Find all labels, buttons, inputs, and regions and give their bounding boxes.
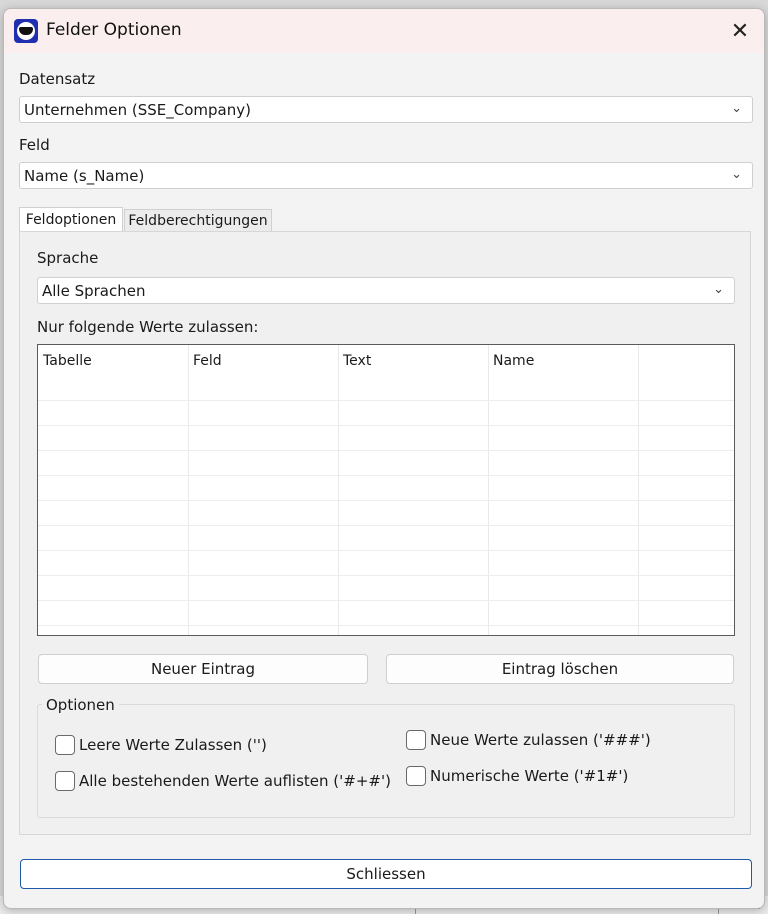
title-bar[interactable]: Felder Optionen ✕ (4, 9, 764, 53)
delete-entry-button[interactable]: Eintrag löschen (386, 654, 734, 684)
column-header-feld[interactable]: Feld (193, 353, 222, 369)
checkbox-label: Neue Werte zulassen ('###') (430, 731, 651, 749)
grid-row-line (38, 575, 734, 576)
close-button[interactable]: Schliessen (20, 859, 752, 889)
checkbox-label: Numerische Werte ('#1#') (430, 767, 629, 785)
sprache-select[interactable]: Alle Sprachen ⌄ (37, 277, 735, 304)
grid-row-line (38, 525, 734, 526)
column-header-name[interactable]: Name (493, 353, 534, 369)
datensatz-select[interactable]: Unternehmen (SSE_Company) ⌄ (19, 96, 753, 123)
feld-label: Feld (19, 136, 50, 154)
checkbox-box[interactable] (55, 735, 75, 755)
chevron-down-icon: ⌄ (713, 282, 724, 297)
sprache-value: Alle Sprachen (42, 281, 146, 300)
close-icon[interactable]: ✕ (724, 15, 756, 47)
sprache-label: Sprache (37, 249, 99, 267)
checkbox-box[interactable] (406, 730, 426, 750)
feld-value: Name (s_Name) (24, 166, 145, 185)
column-header-text[interactable]: Text (343, 353, 371, 369)
grid-row-line (38, 600, 734, 601)
checkbox-allow-empty[interactable]: Leere Werte Zulassen ('') (55, 735, 267, 755)
values-grid-label: Nur folgende Werte zulassen: (37, 318, 259, 336)
feld-select[interactable]: Name (s_Name) ⌄ (19, 162, 753, 189)
grid-row-line (38, 425, 734, 426)
felder-optionen-dialog: Felder Optionen ✕ Datensatz Unternehmen … (3, 8, 765, 909)
checkbox-box[interactable] (55, 771, 75, 791)
window-title: Felder Optionen (46, 20, 182, 40)
grid-row-line (38, 625, 734, 626)
chevron-down-icon: ⌄ (731, 101, 742, 116)
tab-feldoptionen[interactable]: Feldoptionen (19, 207, 123, 231)
values-grid[interactable]: Tabelle Feld Text Name (37, 344, 735, 636)
options-groupbox (37, 704, 735, 818)
graduation-cap-icon (14, 19, 38, 43)
chevron-down-icon: ⌄ (731, 167, 742, 182)
grid-column-divider (188, 345, 189, 635)
checkbox-label: Leere Werte Zulassen ('') (79, 736, 267, 754)
new-entry-button[interactable]: Neuer Eintrag (38, 654, 368, 684)
datensatz-value: Unternehmen (SSE_Company) (24, 100, 251, 119)
grid-row-line (38, 475, 734, 476)
options-title: Optionen (42, 696, 119, 714)
grid-column-divider (638, 345, 639, 635)
checkbox-box[interactable] (406, 766, 426, 786)
checkbox-label: Alle bestehenden Werte auflisten ('#+#') (79, 772, 391, 790)
tab-feldberechtigungen[interactable]: Feldberechtigungen (124, 209, 272, 231)
grid-row-line (38, 500, 734, 501)
grid-column-divider (338, 345, 339, 635)
grid-row-line (38, 400, 734, 401)
checkbox-list-existing[interactable]: Alle bestehenden Werte auflisten ('#+#') (55, 771, 391, 791)
checkbox-numeric[interactable]: Numerische Werte ('#1#') (406, 766, 628, 786)
column-header-tabelle[interactable]: Tabelle (43, 353, 92, 369)
grid-row-line (38, 450, 734, 451)
checkbox-allow-new[interactable]: Neue Werte zulassen ('###') (406, 730, 651, 750)
datensatz-label: Datensatz (19, 70, 96, 88)
grid-row-line (38, 550, 734, 551)
grid-column-divider (488, 345, 489, 635)
